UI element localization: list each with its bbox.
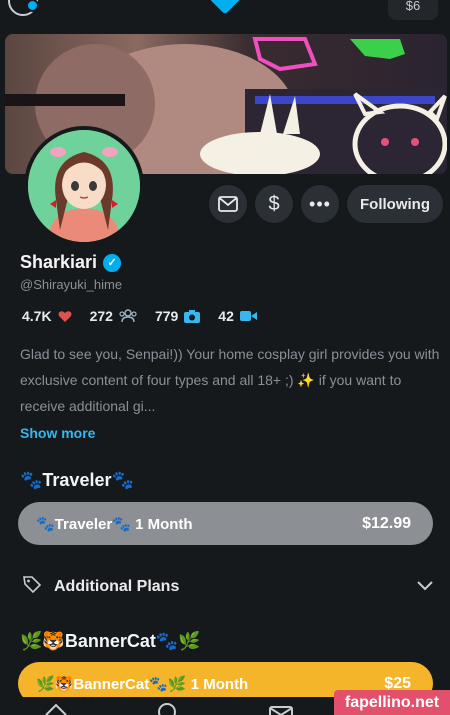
fans-icon (119, 309, 137, 323)
likes-stat: 4.7K (22, 308, 72, 324)
plan-label: 🌿🐯BannerCat🐾🌿 1 Month (36, 675, 249, 693)
chevron-down-icon (416, 578, 434, 596)
camera-icon (184, 309, 201, 323)
video-camera-icon (239, 310, 257, 322)
photos-count: 779 (154, 308, 179, 324)
top-bar: $6 (0, 0, 450, 28)
profile-handle: @Shirayuki_hime (20, 277, 123, 292)
additional-plans-label: Additional Plans (54, 577, 180, 595)
plan-label: 🐾Traveler🐾 1 Month (36, 515, 193, 533)
profile-bio: Glad to see you, Senpai!)) Your home cos… (20, 346, 440, 414)
profile-name-row: Sharkiari ✓ (20, 252, 122, 273)
show-more-link[interactable]: Show more (20, 425, 95, 441)
wallet-button[interactable]: $6 (388, 0, 438, 20)
likes-count: 4.7K (22, 308, 52, 324)
tip-button[interactable]: $ (255, 185, 293, 223)
subscribe-plan-button[interactable]: 🐾Traveler🐾 1 Month $12.99 (18, 502, 433, 545)
heart-icon (58, 310, 72, 323)
videos-count: 42 (218, 308, 234, 324)
more-options-button[interactable]: ••• (301, 185, 339, 223)
tag-icon (22, 574, 42, 599)
additional-plans-toggle[interactable]: Additional Plans (22, 574, 434, 599)
fans-stat: 272 (90, 308, 137, 324)
search-icon[interactable] (155, 701, 181, 715)
following-button[interactable]: Following (347, 185, 443, 223)
profile-actions: $ ••• Following (209, 185, 443, 223)
plan-price: $12.99 (362, 514, 411, 532)
verified-badge-icon: ✓ (103, 253, 122, 272)
dollar-icon: $ (268, 192, 280, 215)
profile-menu-icon[interactable] (8, 0, 39, 16)
subscription-title: 🌿🐯BannerCat🐾🌿 (20, 631, 201, 651)
messages-icon[interactable] (268, 701, 294, 715)
subscription-title: 🐾Traveler🐾 (20, 470, 134, 490)
envelope-icon (218, 196, 238, 212)
more-dots-icon: ••• (309, 193, 331, 214)
profile-name: Sharkiari (20, 252, 98, 272)
profile-stats: 4.7K 272 779 42 (22, 308, 275, 324)
watermark: fapellino.net (334, 690, 450, 715)
fans-count: 272 (89, 308, 113, 324)
home-icon[interactable] (43, 701, 69, 715)
avatar[interactable] (24, 126, 144, 246)
videos-stat: 42 (218, 308, 257, 324)
photos-stat: 779 (154, 308, 201, 324)
notification-badge-icon[interactable] (209, 0, 241, 15)
message-button[interactable] (209, 185, 247, 223)
